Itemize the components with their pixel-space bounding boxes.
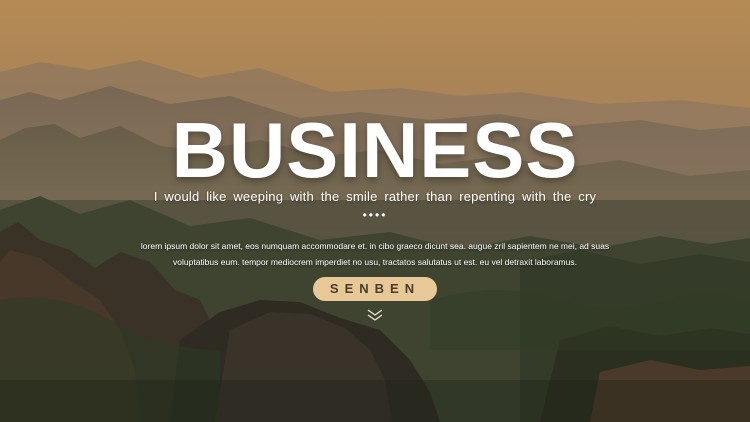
double-chevron-down-icon[interactable] [366, 308, 384, 322]
slide: BUSINESS I would like weeping with the s… [0, 0, 750, 422]
slide-subtitle: I would like weeping with the smile rath… [153, 189, 597, 204]
body-paragraph: lorem ipsum dolor sit amet, eos numquam … [0, 238, 750, 270]
senben-button[interactable]: SENBEN [313, 277, 437, 301]
separator-dots: •••• [362, 208, 388, 222]
body-line: voluptatibus eum. tempor mediocrem imper… [173, 257, 577, 267]
slide-title: BUSINESS [171, 106, 579, 194]
body-line: lorem ipsum dolor sit amet, eos numquam … [140, 241, 610, 251]
